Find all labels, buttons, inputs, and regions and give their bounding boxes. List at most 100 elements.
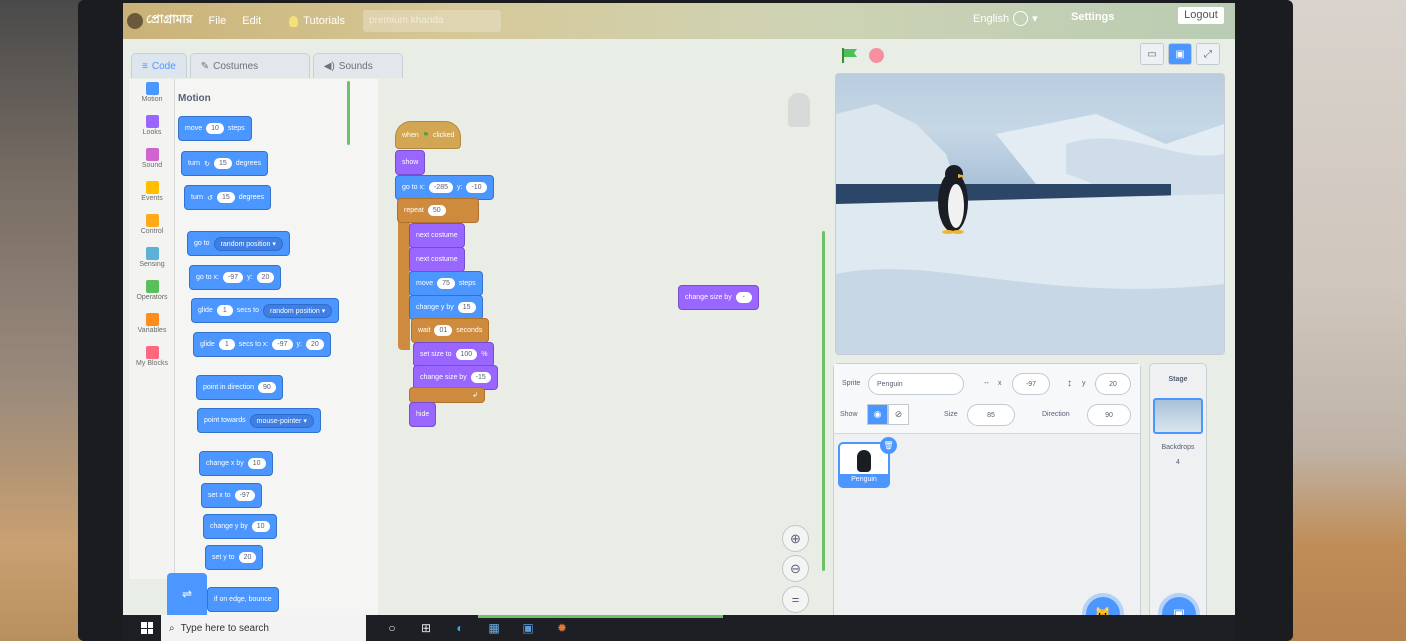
block-input[interactable]: 1 [216, 305, 233, 316]
windows-start-icon[interactable] [141, 622, 153, 634]
block-input[interactable]: 10 [251, 521, 270, 532]
block-input[interactable]: 50 [427, 205, 446, 216]
palette-scrollbar[interactable] [347, 81, 350, 145]
block-dropdown[interactable]: mouse-pointer ▾ [249, 413, 314, 428]
category-operators[interactable]: Operators [129, 277, 175, 310]
block-glide-to[interactable]: glide 1 secs to random position ▾ [191, 298, 340, 323]
block-repeat[interactable]: repeat 50 [397, 198, 479, 223]
block-input[interactable]: 10 [206, 123, 224, 134]
stage-thumbnail[interactable] [1153, 398, 1203, 434]
block-point-in-direction[interactable]: point in direction 90 [196, 375, 283, 400]
block-input[interactable]: 20 [238, 552, 257, 563]
large-stage-button[interactable]: ▣ [1168, 43, 1192, 65]
block-go-to[interactable]: go to random position ▾ [187, 231, 290, 256]
tab-costumes[interactable]: ✎ Costumes [189, 53, 310, 78]
category-sensing[interactable]: Sensing [129, 244, 175, 277]
block-input[interactable]: 20 [305, 339, 324, 350]
block-input[interactable]: -285 [428, 182, 453, 193]
block-go-to-xy[interactable]: go to x: -285 y: -10 [395, 175, 494, 200]
block-change-y[interactable]: change y by 10 [203, 514, 277, 539]
block-move-steps[interactable]: move 75 steps [409, 271, 483, 296]
stage-canvas[interactable] [835, 73, 1225, 355]
taskbar-search[interactable]: ⌕ Type here to search [161, 615, 366, 641]
size-field[interactable]: 85 [967, 404, 1015, 426]
add-extension-button[interactable]: ⇌ [167, 573, 207, 615]
stop-icon[interactable] [869, 48, 884, 63]
block-input[interactable]: 15 [213, 158, 232, 169]
show-hidden-button[interactable]: ⊘ [888, 404, 909, 425]
show-visible-button[interactable]: ◉ [867, 404, 888, 425]
sprite-tile-penguin[interactable]: Penguin 🗑 [838, 437, 897, 488]
category-sound[interactable]: Sound [129, 145, 175, 178]
block-input[interactable]: 1 [218, 339, 235, 350]
block-hide[interactable]: hide [409, 402, 437, 427]
block-show[interactable]: show [395, 150, 426, 175]
block-input[interactable]: 75 [437, 278, 455, 289]
project-title-input[interactable]: premium khanda [363, 10, 502, 32]
workspace-scrollbar[interactable] [822, 231, 825, 571]
zoom-out-button[interactable]: ⊖ [782, 555, 809, 582]
block-turn-left[interactable]: turn ↺ 15 degrees [184, 185, 272, 210]
block-input[interactable]: -97 [222, 272, 244, 283]
delete-sprite-button[interactable]: 🗑 [880, 437, 897, 454]
block-input[interactable]: - [735, 292, 752, 303]
app-logo[interactable]: প্রোগ্রামার [127, 11, 193, 31]
store-icon[interactable]: ▦ [486, 620, 502, 636]
green-flag-icon[interactable] [841, 48, 858, 63]
small-stage-button[interactable]: ▭ [1140, 43, 1164, 65]
block-input[interactable]: 90 [257, 382, 276, 393]
block-glide-to-xy[interactable]: glide 1 secs to x: -97 y: 20 [193, 332, 331, 357]
sprite-name-field[interactable]: Penguin [868, 373, 964, 395]
fullscreen-button[interactable]: ⤢ [1196, 43, 1220, 65]
block-set-size[interactable]: set size to 100 % [413, 342, 495, 367]
block-input[interactable]: 01 [434, 325, 453, 336]
zoom-in-button[interactable]: ⊕ [782, 525, 809, 552]
code-workspace[interactable]: when ⚑ clicked show go to x: -285 y: -10… [378, 79, 828, 619]
edge-browser-icon[interactable]: ◐ [452, 620, 468, 636]
y-position-field[interactable]: 20 [1095, 373, 1131, 395]
block-change-x[interactable]: change x by 10 [199, 451, 273, 476]
category-variables[interactable]: Variables [129, 310, 175, 343]
task-view-icon[interactable]: ⊞ [418, 620, 434, 636]
language-selector[interactable]: English ▾ [973, 11, 1038, 26]
block-set-x[interactable]: set x to -97 [201, 483, 262, 508]
block-input[interactable]: -15 [470, 372, 491, 383]
block-input[interactable]: -97 [272, 339, 293, 350]
block-dropdown[interactable]: random position ▾ [262, 303, 333, 318]
block-go-to-xy[interactable]: go to x: -97 y: 20 [189, 265, 282, 290]
block-next-costume[interactable]: next costume [409, 223, 465, 248]
block-wait[interactable]: wait 01 seconds [411, 318, 490, 343]
block-input[interactable]: 15 [457, 302, 476, 313]
menu-file[interactable]: File [209, 15, 227, 27]
direction-field[interactable]: 90 [1087, 404, 1131, 426]
block-set-y[interactable]: set y to 20 [205, 545, 264, 570]
block-turn-right[interactable]: turn ↻ 15 degrees [181, 151, 269, 176]
category-my-blocks[interactable]: My Blocks [129, 343, 175, 376]
category-motion[interactable]: Motion [129, 79, 175, 112]
block-input[interactable]: 15 [216, 192, 235, 203]
block-dropdown[interactable]: random position ▾ [213, 236, 283, 251]
menu-edit[interactable]: Edit [242, 15, 261, 27]
block-change-y[interactable]: change y by 15 [409, 295, 483, 320]
x-position-field[interactable]: -97 [1012, 373, 1050, 395]
block-change-size-loose[interactable]: change size by - [678, 285, 759, 310]
block-input[interactable]: 20 [256, 272, 275, 283]
block-point-towards[interactable]: point towards mouse-pointer ▾ [197, 408, 321, 433]
block-input[interactable]: -97 [234, 490, 255, 501]
category-control[interactable]: Control [129, 211, 175, 244]
settings-menu[interactable]: Settings [1071, 11, 1114, 23]
block-if-on-edge-bounce[interactable]: if on edge, bounce [207, 587, 279, 612]
category-events[interactable]: Events [129, 178, 175, 211]
tab-sounds[interactable]: ◀) Sounds [312, 53, 403, 78]
app-icon[interactable]: ▣ [520, 620, 536, 636]
logout-button[interactable]: Logout [1178, 7, 1224, 24]
block-input[interactable]: -10 [466, 182, 487, 193]
settings-app-icon[interactable]: ✹ [554, 620, 570, 636]
block-input[interactable]: 100 [455, 349, 478, 360]
block-input[interactable]: 10 [247, 458, 266, 469]
block-when-flag-clicked[interactable]: when ⚑ clicked [395, 121, 462, 149]
menu-tutorials[interactable]: Tutorials [289, 15, 345, 27]
block-move-steps[interactable]: move 10 steps [178, 116, 252, 141]
stage-selector-panel[interactable]: Stage Backdrops 4 ▣ [1149, 363, 1207, 633]
zoom-reset-button[interactable]: = [782, 586, 809, 613]
